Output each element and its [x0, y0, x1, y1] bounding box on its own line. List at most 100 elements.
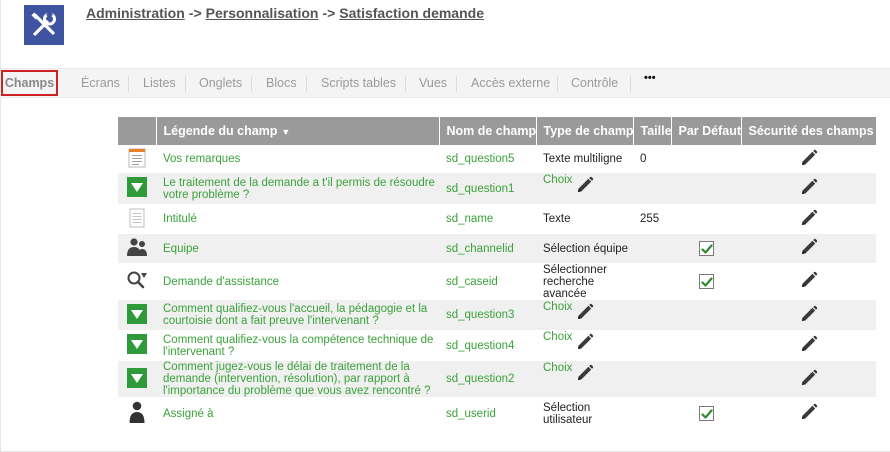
header-legende[interactable]: Légende du champ ▼: [156, 117, 440, 145]
field-security-cell: [741, 397, 876, 430]
tab-controle[interactable]: Contrôle: [571, 76, 618, 90]
table-row[interactable]: Assigné à sd_userid Sélection utilisateur: [118, 397, 876, 430]
tab-vues[interactable]: Vues: [419, 76, 447, 90]
field-legend-cell: Assigné à: [156, 397, 439, 430]
edit-choices-pencil-icon[interactable]: [576, 364, 594, 385]
tab-scripts-tables[interactable]: Scripts tables: [321, 76, 396, 90]
field-legend-link[interactable]: Vos remarques: [163, 153, 240, 165]
field-type: Sélection utilisateur: [543, 401, 593, 426]
default-checkbox[interactable]: [698, 241, 714, 256]
edit-security-pencil-icon[interactable]: [800, 305, 818, 326]
field-type: Sélection équipe: [543, 242, 629, 255]
tab-divider: [185, 76, 186, 92]
field-name: sd_question1: [439, 173, 536, 204]
edit-security-pencil-icon[interactable]: [800, 209, 818, 230]
edit-security-pencil-icon[interactable]: [800, 271, 818, 292]
advanced-search-icon: [126, 270, 148, 293]
field-default-cell: [671, 300, 741, 330]
tab-divider: [405, 76, 406, 92]
tab-divider: [251, 76, 252, 92]
field-security-cell: [741, 300, 876, 330]
textarea-icon: [128, 148, 146, 171]
field-type-cell: Choix: [536, 173, 633, 204]
field-legend-link[interactable]: Comment qualifiez-vous l'accueil, la péd…: [163, 303, 427, 327]
tab-bar: Champs Écrans Listes Onglets Blocs Scrip…: [0, 68, 890, 98]
field-size: 255: [633, 204, 671, 234]
table-row[interactable]: Intitulé sd_name Texte 255: [118, 204, 876, 234]
field-security-cell: [741, 263, 876, 300]
more-tabs-button[interactable]: •••: [644, 72, 656, 84]
header-legende-label: Légende du champ: [163, 124, 278, 138]
field-default-cell: [671, 173, 741, 204]
table-row[interactable]: Equipe sd_channelid Sélection équipe: [118, 234, 876, 263]
table-row[interactable]: Comment qualifiez-vous l'accueil, la péd…: [118, 300, 876, 330]
field-legend-link[interactable]: Equipe: [163, 243, 199, 255]
green-choice-icon: [127, 177, 147, 200]
edit-security-pencil-icon[interactable]: [800, 149, 818, 170]
field-size: [633, 397, 671, 430]
field-type: Sélectionner recherche avancée: [543, 263, 607, 300]
table-row[interactable]: Comment jugez-vous le délai de traitemen…: [118, 361, 876, 397]
field-default-cell: [671, 263, 741, 300]
tab-ecrans[interactable]: Écrans: [81, 76, 120, 90]
tab-divider: [557, 76, 558, 92]
row-icon-cell: [118, 330, 156, 361]
field-legend-link[interactable]: Assigné à: [163, 408, 214, 420]
header-securite[interactable]: Sécurité des champs: [741, 117, 877, 145]
tab-champs[interactable]: Champs: [1, 70, 58, 96]
header-nom[interactable]: Nom de champ: [439, 117, 537, 145]
field-legend-cell: Le traitement de la demande a t'il permi…: [156, 173, 439, 204]
field-type-cell: Sélection équipe: [536, 234, 633, 263]
breadcrumb-personnalisation[interactable]: Personnalisation: [206, 5, 319, 21]
field-type-cell: Choix: [536, 300, 633, 330]
header-par-defaut[interactable]: Par Défaut: [671, 117, 742, 145]
default-checkbox[interactable]: [698, 274, 714, 289]
breadcrumb-satisfaction-demande[interactable]: Satisfaction demande: [339, 5, 484, 21]
tab-onglets[interactable]: Onglets: [199, 76, 242, 90]
table-row[interactable]: Vos remarques sd_question5 Texte multilign…: [118, 145, 876, 173]
field-security-cell: [741, 234, 876, 263]
field-type-cell: Choix: [536, 330, 633, 361]
field-legend-link[interactable]: Comment jugez-vous le délai de traitemen…: [163, 361, 431, 397]
row-icon-cell: [118, 300, 156, 330]
edit-security-pencil-icon[interactable]: [800, 369, 818, 390]
field-type: Texte: [543, 213, 571, 225]
edit-choices-pencil-icon[interactable]: [576, 333, 594, 354]
default-checkbox[interactable]: [698, 406, 714, 421]
edit-security-pencil-icon[interactable]: [800, 238, 818, 259]
field-legend-link[interactable]: Demande d'assistance: [163, 276, 279, 288]
tab-listes[interactable]: Listes: [143, 76, 176, 90]
field-legend-cell: Comment jugez-vous le délai de traitemen…: [156, 361, 439, 397]
field-type-cell: Sélectionner recherche avancée: [536, 263, 633, 300]
table-row[interactable]: Demande d'assistance sd_caseid Sélectionne…: [118, 263, 876, 300]
edit-security-pencil-icon[interactable]: [800, 335, 818, 356]
field-legend-link[interactable]: Comment qualifiez-vous la compétence tec…: [163, 334, 433, 358]
tab-blocs[interactable]: Blocs: [266, 76, 297, 90]
user-icon: [129, 401, 145, 426]
table-row[interactable]: Comment qualifiez-vous la compétence tec…: [118, 330, 876, 361]
breadcrumb-administration[interactable]: Administration: [86, 5, 185, 21]
team-icon: [126, 237, 148, 260]
table-row[interactable]: Le traitement de la demande a t'il permi…: [118, 173, 876, 204]
header-type[interactable]: Type de champ: [536, 117, 634, 145]
field-name: sd_name: [439, 204, 536, 234]
header-taille[interactable]: Taille: [633, 117, 672, 145]
green-choice-icon: [127, 303, 147, 327]
tools-logo-icon: [24, 5, 64, 45]
row-icon-cell: [118, 397, 156, 430]
edit-security-pencil-icon[interactable]: [800, 178, 818, 199]
breadcrumb: Administration -> Personnalisation -> Satisf…: [86, 5, 484, 21]
field-legend-link[interactable]: Le traitement de la demande a t'il permi…: [163, 177, 435, 201]
field-legend-link[interactable]: Intitulé: [163, 213, 197, 225]
fields-table: Légende du champ ▼ Nom de champ Type de c…: [118, 117, 877, 430]
row-icon-cell: [118, 145, 156, 173]
edit-choices-pencil-icon[interactable]: [576, 303, 594, 324]
field-name: sd_channelid: [439, 234, 536, 263]
tab-acces-externe[interactable]: Accès externe: [471, 76, 550, 90]
edit-choices-pencil-icon[interactable]: [576, 176, 594, 197]
edit-security-pencil-icon[interactable]: [800, 403, 818, 424]
table-header-row: Légende du champ ▼ Nom de champ Type de c…: [118, 117, 877, 145]
field-default-cell: [671, 330, 741, 361]
header-icon-column: [118, 117, 157, 145]
field-type-choice: Choix: [543, 301, 573, 313]
